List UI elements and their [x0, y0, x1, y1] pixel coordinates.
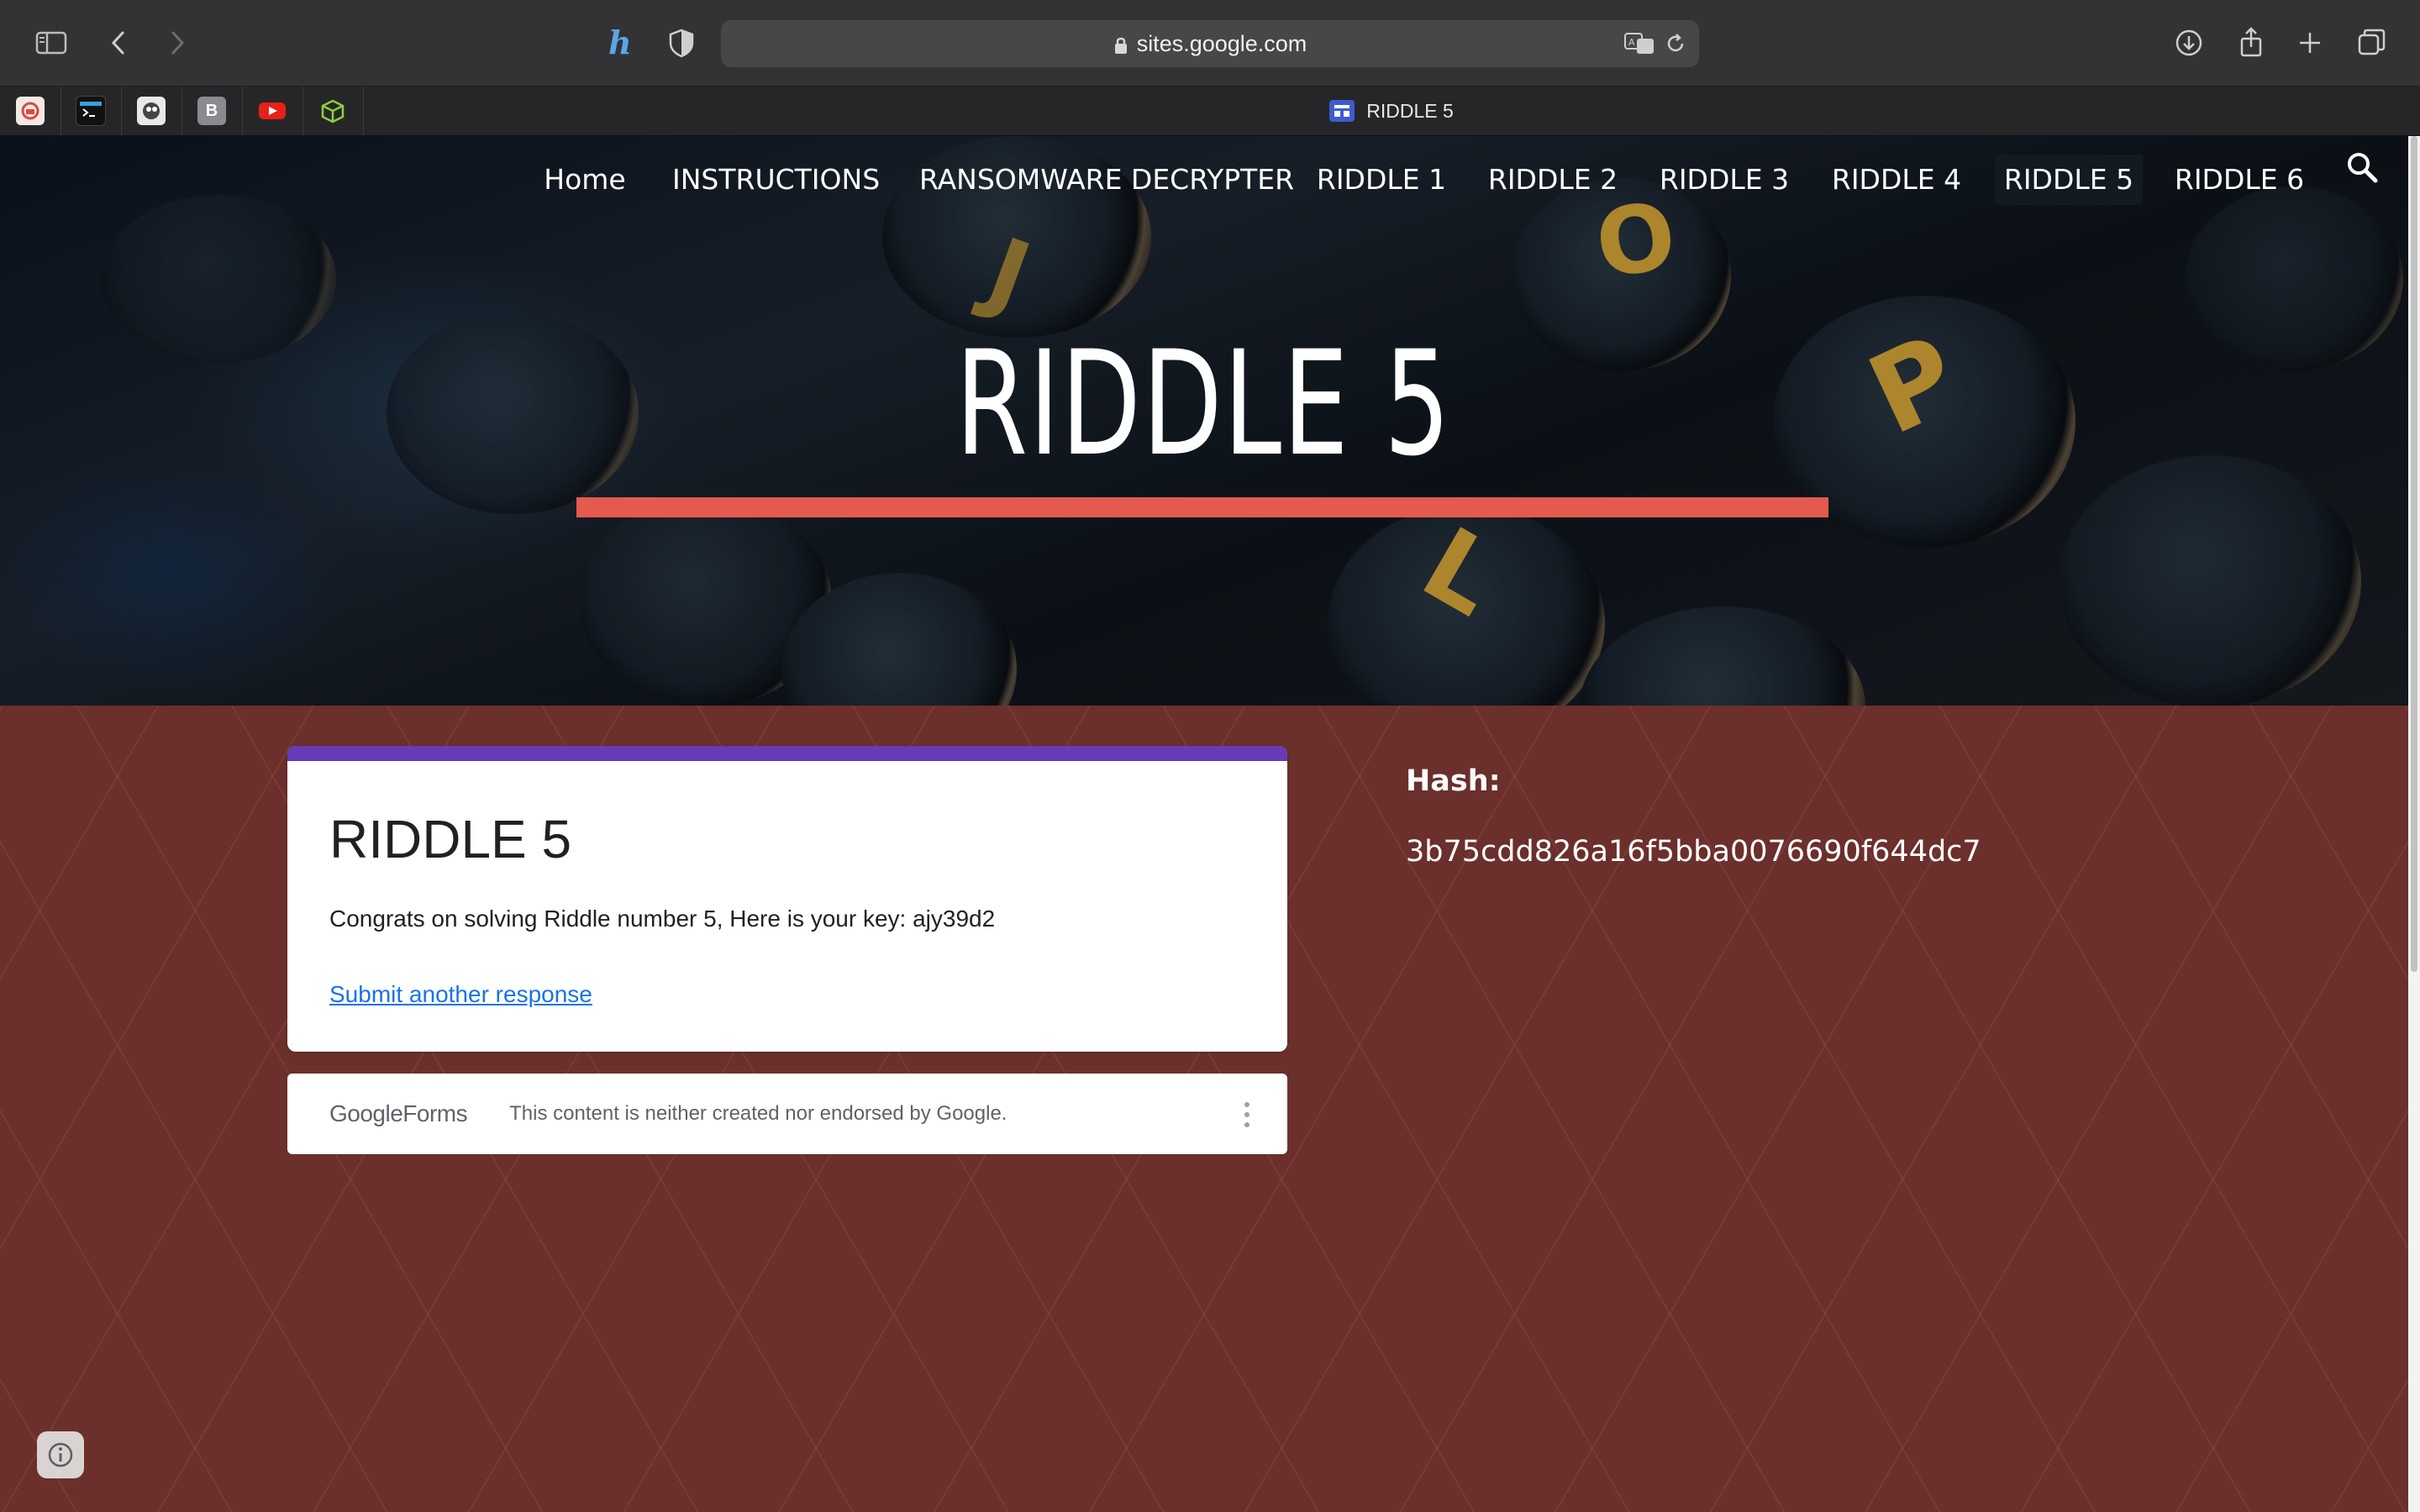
hero-banner: O P L J Home INSTRUCTIONS RANSOMWARE DEC…	[0, 136, 2408, 706]
pinned-tab-4[interactable]: B	[182, 87, 243, 135]
nav-riddle-2[interactable]: RIDDLE 2	[1486, 155, 1620, 205]
youtube-icon	[258, 97, 287, 125]
svg-text:A: A	[1628, 37, 1635, 48]
nav-riddle-5[interactable]: RIDDLE 5	[1995, 155, 2143, 205]
pinned-tab-2[interactable]	[60, 87, 122, 135]
cloud-app-icon	[16, 97, 45, 125]
nav-riddle-3[interactable]: RIDDLE 3	[1657, 155, 1791, 205]
downloads-icon[interactable]	[2168, 22, 2210, 64]
site-nav: Home INSTRUCTIONS RANSOMWARE DECRYPTER R…	[0, 153, 2408, 215]
address-bar[interactable]: sites.google.com A	[721, 20, 1699, 67]
svg-text:h: h	[608, 24, 632, 61]
reload-icon[interactable]	[1664, 32, 1687, 55]
logo-forms-text: Forms	[402, 1100, 468, 1126]
terminal-icon	[76, 96, 106, 126]
page-scrollbar[interactable]	[2408, 136, 2420, 1512]
translate-icon[interactable]: A	[1623, 30, 1657, 57]
title-underline	[576, 497, 1828, 517]
google-sites-icon	[1329, 100, 1355, 122]
hash-value: 3b75cdd826a16f5bba0076690f644dc7	[1406, 835, 1981, 869]
page-title: RIDDLE 5	[955, 319, 1452, 488]
nav-home[interactable]: Home	[538, 155, 632, 205]
form-title: RIDDLE 5	[329, 809, 572, 869]
pinned-tab-6[interactable]	[302, 87, 364, 135]
nav-instructions[interactable]: INSTRUCTIONS	[672, 155, 880, 205]
cube-icon	[318, 97, 347, 125]
info-icon	[48, 1442, 73, 1467]
submit-another-response-link[interactable]: Submit another response	[329, 981, 592, 1008]
lock-icon	[1114, 37, 1127, 54]
hash-label: Hash:	[1406, 764, 1501, 798]
b-letter-icon: B	[197, 97, 226, 125]
tab-overview-icon[interactable]	[2351, 22, 2393, 64]
browser-toolbar: h sites.google.com A	[0, 0, 2420, 87]
back-icon[interactable]	[97, 22, 139, 64]
nav-riddle-1[interactable]: RIDDLE 1	[1314, 155, 1449, 205]
pinned-tab-1[interactable]	[0, 87, 61, 135]
form-header-bar	[287, 746, 1287, 761]
mascot-app-icon	[137, 97, 166, 125]
forms-disclaimer: This content is neither created nor endo…	[509, 1102, 1007, 1125]
nav-riddle-4[interactable]: RIDDLE 4	[1828, 155, 1965, 205]
privacy-shield-icon[interactable]	[660, 22, 702, 64]
form-confirmation-message: Congrats on solving Riddle number 5, Her…	[329, 906, 996, 932]
google-forms-logo[interactable]: GoogleForms	[329, 1100, 468, 1127]
active-tab[interactable]: RIDDLE 5	[363, 87, 2420, 135]
google-forms-footer: GoogleForms This content is neither crea…	[287, 1074, 1287, 1154]
search-icon[interactable]	[2344, 150, 2380, 185]
nav-riddle-6[interactable]: RIDDLE 6	[2170, 155, 2309, 205]
site-info-button[interactable]	[37, 1431, 84, 1478]
extension-h-icon[interactable]: h	[600, 22, 642, 64]
scrollbar-thumb[interactable]	[2411, 136, 2417, 972]
nav-ransomware-decrypter[interactable]: RANSOMWARE DECRYPTER	[919, 155, 1294, 205]
google-form-card: RIDDLE 5 Congrats on solving Riddle numb…	[287, 746, 1287, 1052]
active-tab-title: RIDDLE 5	[1366, 99, 1454, 122]
url-text: sites.google.com	[1136, 31, 1307, 56]
pinned-tab-3[interactable]	[121, 87, 182, 135]
tab-bar: B RIDDLE 5	[0, 87, 2420, 136]
more-options-icon[interactable]	[1244, 1100, 1250, 1129]
forward-icon[interactable]	[156, 22, 198, 64]
share-icon[interactable]	[2230, 22, 2272, 64]
logo-google-text: Google	[329, 1100, 403, 1126]
new-tab-icon[interactable]	[2289, 22, 2331, 64]
pinned-tab-5[interactable]	[242, 87, 303, 135]
sidebar-toggle-icon[interactable]	[30, 22, 72, 64]
